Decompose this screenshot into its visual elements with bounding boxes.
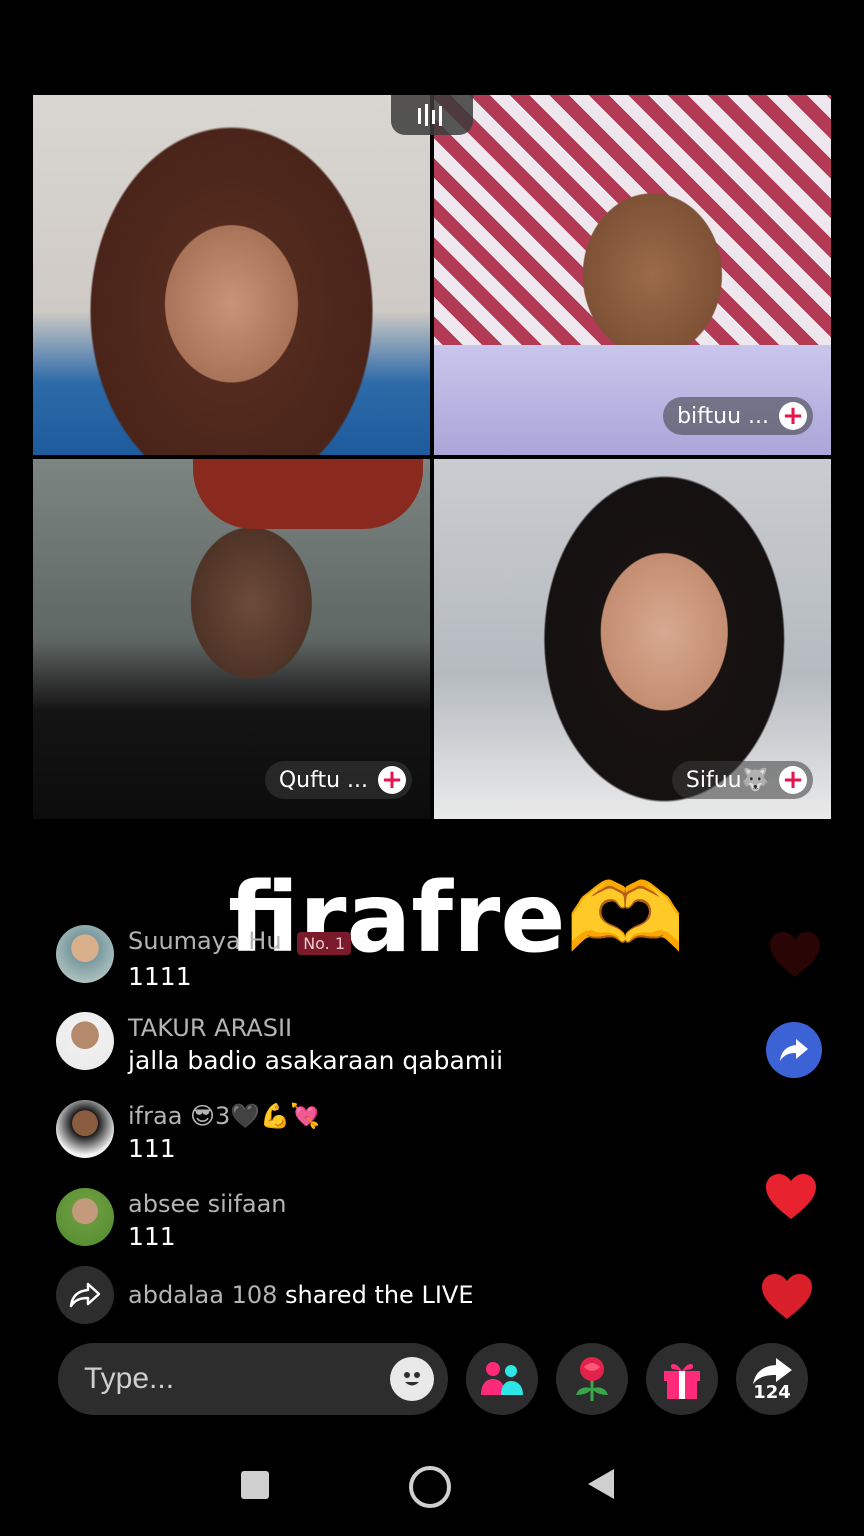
avatar[interactable]	[56, 1188, 114, 1246]
share-button[interactable]	[766, 1022, 822, 1078]
comment-input[interactable]	[82, 1361, 366, 1397]
participant-tile-2[interactable]: biftuu ... +	[434, 95, 831, 455]
gift-icon	[664, 1364, 700, 1399]
follow-plus-icon[interactable]: +	[779, 402, 807, 430]
comment-text: 1111	[128, 962, 192, 991]
heart-icon	[762, 1274, 812, 1319]
rose-icon	[576, 1357, 608, 1401]
tile-background	[193, 459, 423, 529]
comment-username: Suumaya Hu No. 1	[128, 925, 352, 960]
participant-tile-1[interactable]	[33, 95, 430, 455]
share-count-button[interactable]: 124	[736, 1343, 808, 1415]
participant-tile-4[interactable]: Sifuu🐺 +	[434, 459, 831, 819]
share-notice: abdalaa 108 shared the LIVE	[56, 1266, 473, 1324]
share-count: 124	[753, 1381, 791, 1403]
comment-item[interactable]: TAKUR ARASII jalla badio asakaraan qabam…	[56, 1012, 503, 1078]
comment-item[interactable]: ifraa 😎3🖤💪💘 111	[56, 1100, 320, 1166]
comment-text: jalla badio asakaraan qabamii	[128, 1046, 504, 1075]
comment-item[interactable]: Suumaya Hu No. 1 1111	[56, 925, 352, 994]
share-arrow-icon	[56, 1266, 114, 1324]
participant-name: Sifuu🐺	[685, 767, 769, 793]
participant-name-pill[interactable]: biftuu ... +	[663, 397, 813, 435]
comment-text: 111	[128, 1222, 176, 1251]
follow-plus-icon[interactable]: +	[378, 766, 406, 794]
people-icon	[481, 1362, 523, 1395]
rank-badge: No. 1	[297, 932, 352, 955]
avatar[interactable]	[56, 1100, 114, 1158]
back-triangle-icon[interactable]	[586, 1467, 616, 1501]
sound-bars-icon	[418, 104, 442, 126]
share-action-text: shared the LIVE	[285, 1281, 474, 1309]
comment-input-bar[interactable]	[58, 1343, 448, 1415]
participant-name-pill[interactable]: Quftu ... +	[264, 761, 412, 799]
participant-tile-3[interactable]: Quftu ... +	[33, 459, 430, 819]
share-arrow-icon	[780, 1039, 808, 1061]
recents-square-icon[interactable]	[241, 1471, 269, 1499]
share-username: abdalaa 108	[128, 1281, 278, 1309]
follow-plus-icon[interactable]: +	[779, 766, 807, 794]
audio-level-icon[interactable]	[391, 95, 473, 135]
comment-username: TAKUR ARASII	[128, 1014, 293, 1042]
comment-text: 111	[128, 1134, 176, 1163]
comment-username: absee siifaan	[128, 1190, 287, 1218]
participant-name-pill[interactable]: Sifuu🐺 +	[671, 761, 813, 799]
gift-button[interactable]	[646, 1343, 718, 1415]
rose-gift-button[interactable]	[556, 1343, 628, 1415]
home-circle-icon[interactable]	[409, 1466, 451, 1508]
comment-username: ifraa 😎3🖤💪💘	[128, 1102, 320, 1130]
heart-icon	[766, 1174, 816, 1219]
emoji-icon[interactable]	[390, 1357, 434, 1401]
multi-guest-button[interactable]	[466, 1343, 538, 1415]
comment-item[interactable]: absee siifaan 111	[56, 1188, 287, 1254]
heart-icon	[770, 932, 820, 977]
participant-name: Quftu ...	[278, 767, 368, 793]
participant-name: biftuu ...	[677, 403, 769, 429]
avatar[interactable]	[56, 1012, 114, 1070]
avatar[interactable]	[56, 925, 114, 983]
system-nav-bar	[0, 1440, 864, 1536]
video-grid: biftuu ... + Quftu ... + Sifuu🐺 +	[33, 95, 831, 819]
